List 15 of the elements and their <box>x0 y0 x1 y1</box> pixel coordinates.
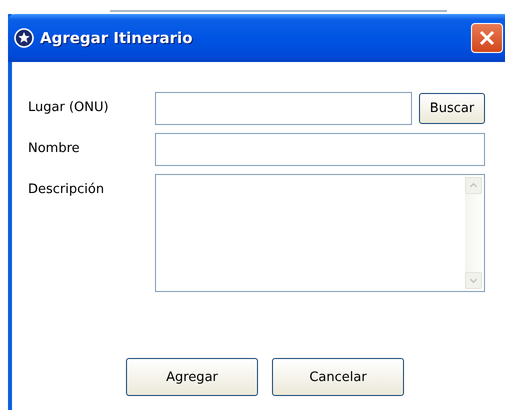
dialog-button[interactable]: Cancelar <box>272 358 404 396</box>
scrollbar[interactable] <box>465 177 482 289</box>
field-label: Nombre <box>28 140 81 156</box>
text-area[interactable] <box>155 174 485 292</box>
close-icon <box>477 28 497 48</box>
scroll-up-icon[interactable] <box>465 177 482 194</box>
field-label: Descripción <box>28 181 106 197</box>
field-label: Lugar (ONU) <box>28 99 110 115</box>
search-button[interactable]: Buscar <box>419 93 485 124</box>
text-field[interactable] <box>155 133 485 166</box>
text-field[interactable] <box>155 92 412 125</box>
dialog-button[interactable]: Agregar <box>126 358 258 396</box>
scroll-down-icon[interactable] <box>465 272 482 289</box>
window-title: Agregar Itinerario <box>40 29 194 47</box>
close-button[interactable] <box>471 23 503 53</box>
